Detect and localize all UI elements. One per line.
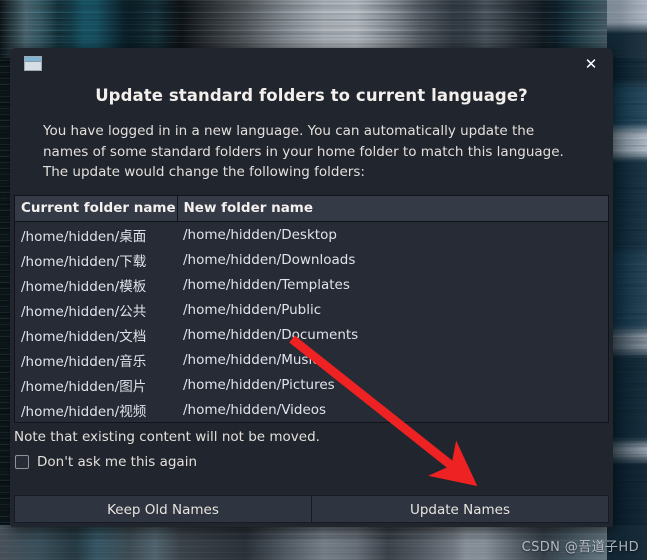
cell-new-folder: /home/hidden/Pictures [177, 372, 608, 397]
update-names-button[interactable]: Update Names [312, 495, 609, 523]
note-text: Note that existing content will not be m… [14, 429, 320, 445]
cell-new-folder: /home/hidden/Documents [177, 322, 608, 347]
cell-new-folder: /home/hidden/Public [177, 297, 608, 322]
dont-ask-again-label: Don't ask me this again [37, 454, 198, 470]
cell-current-folder: /home/hidden/桌面 [15, 221, 177, 247]
checkbox-icon[interactable] [15, 455, 29, 469]
folders-table-body: /home/hidden/桌面/home/hidden/Desktop/home… [15, 221, 608, 422]
window-icon [24, 56, 42, 71]
cell-new-folder: /home/hidden/Videos [177, 397, 608, 422]
close-icon[interactable]: ✕ [579, 52, 603, 76]
cell-new-folder: /home/hidden/Templates [177, 272, 608, 297]
table-row[interactable]: /home/hidden/文档/home/hidden/Documents [15, 322, 608, 347]
table-row[interactable]: /home/hidden/图片/home/hidden/Pictures [15, 372, 608, 397]
dont-ask-again-checkbox-row[interactable]: Don't ask me this again [15, 454, 197, 470]
table-row[interactable]: /home/hidden/下载/home/hidden/Downloads [15, 247, 608, 272]
dialog-titlebar: ✕ [10, 48, 613, 78]
dialog-title: Update standard folders to current langu… [95, 86, 528, 105]
dialog-button-row: Keep Old Names Update Names [14, 495, 609, 523]
watermark: CSDN @吾道子HD [521, 540, 639, 555]
cell-current-folder: /home/hidden/文档 [15, 322, 177, 347]
cell-current-folder: /home/hidden/图片 [15, 372, 177, 397]
table-row[interactable]: /home/hidden/模板/home/hidden/Templates [15, 272, 608, 297]
cell-current-folder: /home/hidden/视频 [15, 397, 177, 422]
table-row[interactable]: /home/hidden/桌面/home/hidden/Desktop [15, 221, 608, 247]
column-header-new[interactable]: New folder name [177, 196, 608, 222]
cell-current-folder: /home/hidden/公共 [15, 297, 177, 322]
table-row[interactable]: /home/hidden/音乐/home/hidden/Music [15, 347, 608, 372]
folders-table-container[interactable]: Current folder name New folder name /hom… [14, 195, 609, 423]
dialog-body-text: You have logged in in a new language. Yo… [43, 123, 564, 180]
table-row[interactable]: /home/hidden/视频/home/hidden/Videos [15, 397, 608, 422]
cell-current-folder: /home/hidden/模板 [15, 272, 177, 297]
cell-new-folder: /home/hidden/Music [177, 347, 608, 372]
desktop-background: ✕ Update standard folders to current lan… [0, 0, 647, 560]
keep-old-names-button[interactable]: Keep Old Names [14, 495, 312, 523]
column-header-current[interactable]: Current folder name [15, 196, 178, 222]
cell-new-folder: /home/hidden/Downloads [177, 247, 608, 272]
folders-table: Current folder name New folder name /hom… [15, 196, 608, 422]
wallpaper-right-strip [607, 0, 647, 560]
cell-current-folder: /home/hidden/音乐 [15, 347, 177, 372]
update-folders-dialog: ✕ Update standard folders to current lan… [10, 48, 613, 527]
table-row[interactable]: /home/hidden/公共/home/hidden/Public [15, 297, 608, 322]
table-header-row: Current folder name New folder name [15, 196, 608, 222]
cell-current-folder: /home/hidden/下载 [15, 247, 177, 272]
cell-new-folder: /home/hidden/Desktop [177, 221, 608, 247]
